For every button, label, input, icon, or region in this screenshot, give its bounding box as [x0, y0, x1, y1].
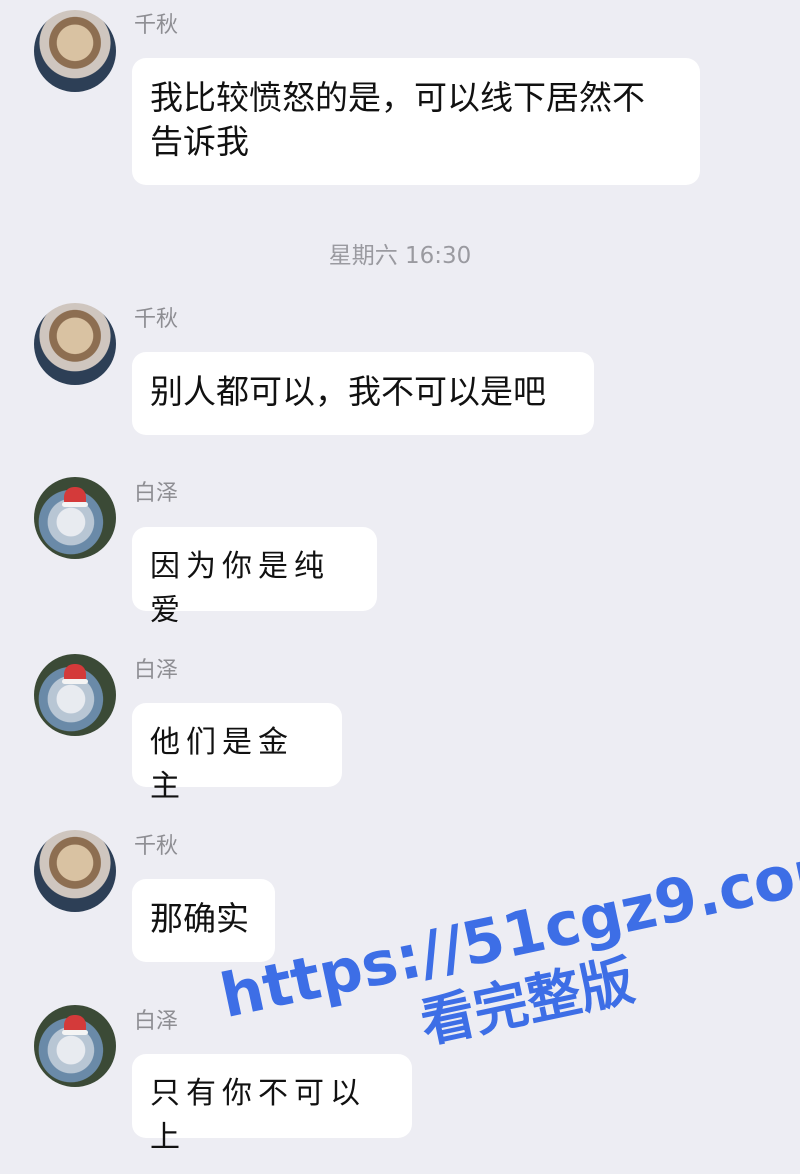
message-bubble[interactable]: 那确实	[132, 879, 275, 962]
message-bubble[interactable]: 只有你不可以上	[132, 1054, 412, 1155]
sender-avatar[interactable]	[34, 303, 116, 385]
sender-name: 千秋	[134, 834, 179, 859]
chat-view: 千秋 我比较愤怒的是，可以线下居然不 告诉我 星期六 16:30 千秋 别人都可…	[0, 0, 800, 1174]
message-bubble[interactable]: 他们是金主	[132, 703, 342, 804]
message-bubble[interactable]: 因为你是纯爱	[132, 527, 377, 628]
sender-name: 千秋	[134, 13, 179, 38]
santa-hat-icon	[62, 1015, 88, 1035]
sender-avatar[interactable]	[34, 10, 116, 92]
sender-avatar[interactable]	[34, 654, 116, 736]
sender-name: 白泽	[134, 1009, 179, 1034]
sender-avatar[interactable]	[34, 477, 116, 559]
sender-avatar[interactable]	[34, 1005, 116, 1087]
santa-hat-icon	[62, 487, 88, 507]
sender-avatar[interactable]	[34, 830, 116, 912]
message-bubble[interactable]: 别人都可以，我不可以是吧	[132, 352, 594, 435]
sender-name: 千秋	[134, 307, 179, 332]
timestamp: 星期六 16:30	[328, 243, 472, 269]
sender-name: 白泽	[134, 481, 179, 506]
message-bubble[interactable]: 我比较愤怒的是，可以线下居然不 告诉我	[132, 58, 700, 185]
sender-name: 白泽	[134, 658, 179, 683]
santa-hat-icon	[62, 664, 88, 684]
